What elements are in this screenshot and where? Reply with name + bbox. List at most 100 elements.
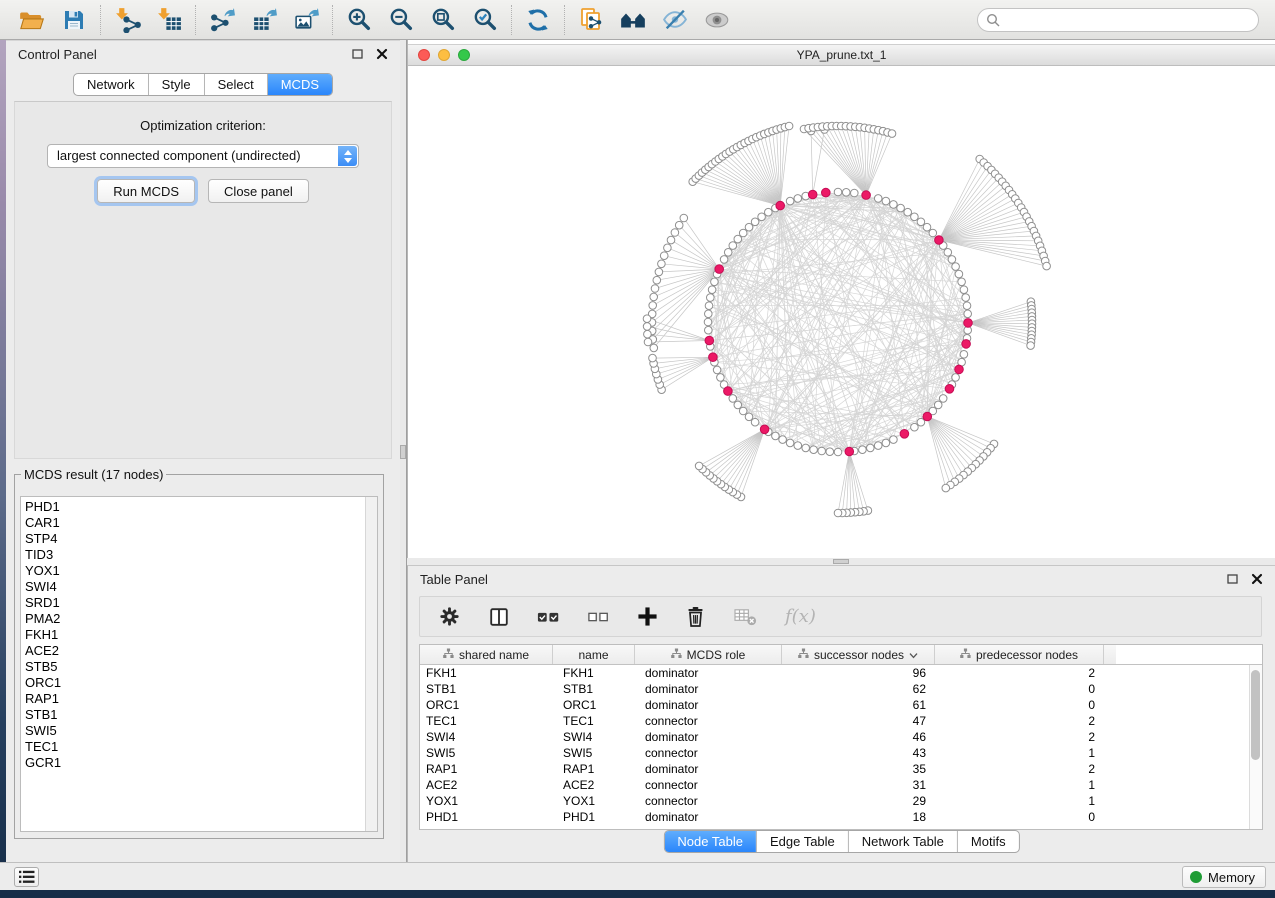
cell: 2 <box>935 713 1104 729</box>
network-canvas[interactable] <box>408 66 1275 558</box>
column-header-successor-nodes[interactable]: successor nodes <box>782 645 935 664</box>
tab-edge-table[interactable]: Edge Table <box>756 831 848 852</box>
splitter-handle[interactable] <box>833 559 849 564</box>
import-network-button[interactable] <box>111 4 143 36</box>
vertical-splitter[interactable] <box>400 40 407 862</box>
network-graph[interactable] <box>408 66 1275 558</box>
mcds-result-item[interactable]: TEC1 <box>21 739 377 755</box>
cell: SWI5 <box>420 745 553 761</box>
tab-style[interactable]: Style <box>148 74 204 95</box>
export-network-button[interactable] <box>206 4 238 36</box>
table-row[interactable]: RAP1RAP1dominator352 <box>420 761 1262 777</box>
mcds-result-item[interactable]: TID3 <box>21 547 377 563</box>
cell: connector <box>635 793 782 809</box>
status-list-button[interactable] <box>14 867 39 887</box>
result-scrollbar[interactable] <box>365 497 377 831</box>
mcds-result-item[interactable]: GCR1 <box>21 755 377 771</box>
table-scrollbar[interactable] <box>1249 665 1262 829</box>
cell: ACE2 <box>420 777 553 793</box>
maximize-window-icon[interactable] <box>458 49 470 61</box>
search-input[interactable] <box>1004 10 1258 30</box>
table-row[interactable]: ORC1ORC1dominator610 <box>420 697 1262 713</box>
cell: 2 <box>935 761 1104 777</box>
table-row[interactable]: SWI4SWI4dominator462 <box>420 729 1262 745</box>
mcds-result-list[interactable]: PHD1CAR1STP4TID3YOX1SWI4SRD1PMA2FKH1ACE2… <box>20 496 378 832</box>
network-window-titlebar[interactable]: YPA_prune.txt_1 <box>408 44 1275 66</box>
table-row[interactable]: TEC1TEC1connector472 <box>420 713 1262 729</box>
mcds-result-item[interactable]: ORC1 <box>21 675 377 691</box>
column-label: successor nodes <box>814 648 904 662</box>
add-column-button[interactable] <box>637 606 658 627</box>
close-panel-icon[interactable] <box>1251 573 1263 585</box>
tab-select[interactable]: Select <box>204 74 267 95</box>
tab-node-table[interactable]: Node Table <box>664 831 756 852</box>
memory-label: Memory <box>1208 870 1255 885</box>
table-row[interactable]: STB1STB1dominator620 <box>420 681 1262 697</box>
mcds-result-item[interactable]: FKH1 <box>21 627 377 643</box>
column-header-shared-name[interactable]: shared name <box>420 645 553 664</box>
close-window-icon[interactable] <box>418 49 430 61</box>
horizontal-splitter[interactable] <box>407 558 1275 565</box>
table-row[interactable]: PHD1PHD1dominator180 <box>420 809 1262 825</box>
zoom-out-button[interactable] <box>385 4 417 36</box>
table-row[interactable]: ACE2ACE2connector311 <box>420 777 1262 793</box>
open-file-button[interactable] <box>16 4 48 36</box>
main-toolbar <box>0 0 1275 40</box>
optimization-criterion-select[interactable]: largest connected component (undirected) <box>47 144 359 168</box>
zoom-selected-button[interactable] <box>469 4 501 36</box>
hide-selected-button[interactable] <box>659 4 691 36</box>
scrollbar-thumb[interactable] <box>1251 670 1260 760</box>
mcds-result-item[interactable]: STP4 <box>21 531 377 547</box>
mcds-result-item[interactable]: PMA2 <box>21 611 377 627</box>
mcds-result-item[interactable]: RAP1 <box>21 691 377 707</box>
save-session-button[interactable] <box>58 4 90 36</box>
table-row[interactable]: SWI5SWI5connector431 <box>420 745 1262 761</box>
close-panel-button[interactable]: Close panel <box>208 179 309 203</box>
table-settings-button[interactable] <box>438 605 461 628</box>
column-header-predecessor-nodes[interactable]: predecessor nodes <box>935 645 1104 664</box>
minimize-window-icon[interactable] <box>438 49 450 61</box>
mcds-result-item[interactable]: YOX1 <box>21 563 377 579</box>
zoom-in-button[interactable] <box>343 4 375 36</box>
cell: 0 <box>935 681 1104 697</box>
mcds-result-item[interactable]: CAR1 <box>21 515 377 531</box>
first-neighbors-button[interactable] <box>617 4 649 36</box>
mcds-result-item[interactable]: ACE2 <box>21 643 377 659</box>
mcds-result-item[interactable]: SWI5 <box>21 723 377 739</box>
export-image-button[interactable] <box>290 4 322 36</box>
column-header-name[interactable]: name <box>553 645 635 664</box>
show-columns-button[interactable] <box>488 606 510 628</box>
apply-layout-button[interactable] <box>522 4 554 36</box>
tab-network[interactable]: Network <box>74 74 148 95</box>
delete-column-button[interactable] <box>685 605 706 628</box>
select-all-button[interactable] <box>537 608 561 626</box>
network-from-selection-button[interactable] <box>575 4 607 36</box>
search-box[interactable] <box>977 8 1259 32</box>
zoom-fit-button[interactable] <box>427 4 459 36</box>
column-header-mcds-role[interactable]: MCDS role <box>635 645 782 664</box>
graphics-details-button[interactable] <box>701 4 733 36</box>
tab-motifs[interactable]: Motifs <box>957 831 1019 852</box>
deselect-all-button[interactable] <box>588 609 610 625</box>
export-table-button[interactable] <box>248 4 280 36</box>
tab-mcds[interactable]: MCDS <box>267 74 332 95</box>
table-row[interactable]: YOX1YOX1connector291 <box>420 793 1262 809</box>
shared-column-icon <box>443 648 454 662</box>
splitter-handle[interactable] <box>400 445 406 459</box>
toolbar-group <box>565 4 743 36</box>
memory-button[interactable]: Memory <box>1182 866 1266 888</box>
mcds-result-item[interactable]: PHD1 <box>21 499 377 515</box>
mcds-result-item[interactable]: SWI4 <box>21 579 377 595</box>
mcds-result-item[interactable]: SRD1 <box>21 595 377 611</box>
float-panel-icon[interactable] <box>1227 573 1239 585</box>
toolbar-group <box>512 4 564 36</box>
run-mcds-button[interactable]: Run MCDS <box>97 179 195 203</box>
import-table-button[interactable] <box>153 4 185 36</box>
float-panel-icon[interactable] <box>352 48 364 60</box>
cell: connector <box>635 777 782 793</box>
table-row[interactable]: FKH1FKH1dominator962 <box>420 665 1262 681</box>
mcds-result-item[interactable]: STB5 <box>21 659 377 675</box>
mcds-result-item[interactable]: STB1 <box>21 707 377 723</box>
close-panel-icon[interactable] <box>376 48 388 60</box>
tab-network-table[interactable]: Network Table <box>848 831 957 852</box>
